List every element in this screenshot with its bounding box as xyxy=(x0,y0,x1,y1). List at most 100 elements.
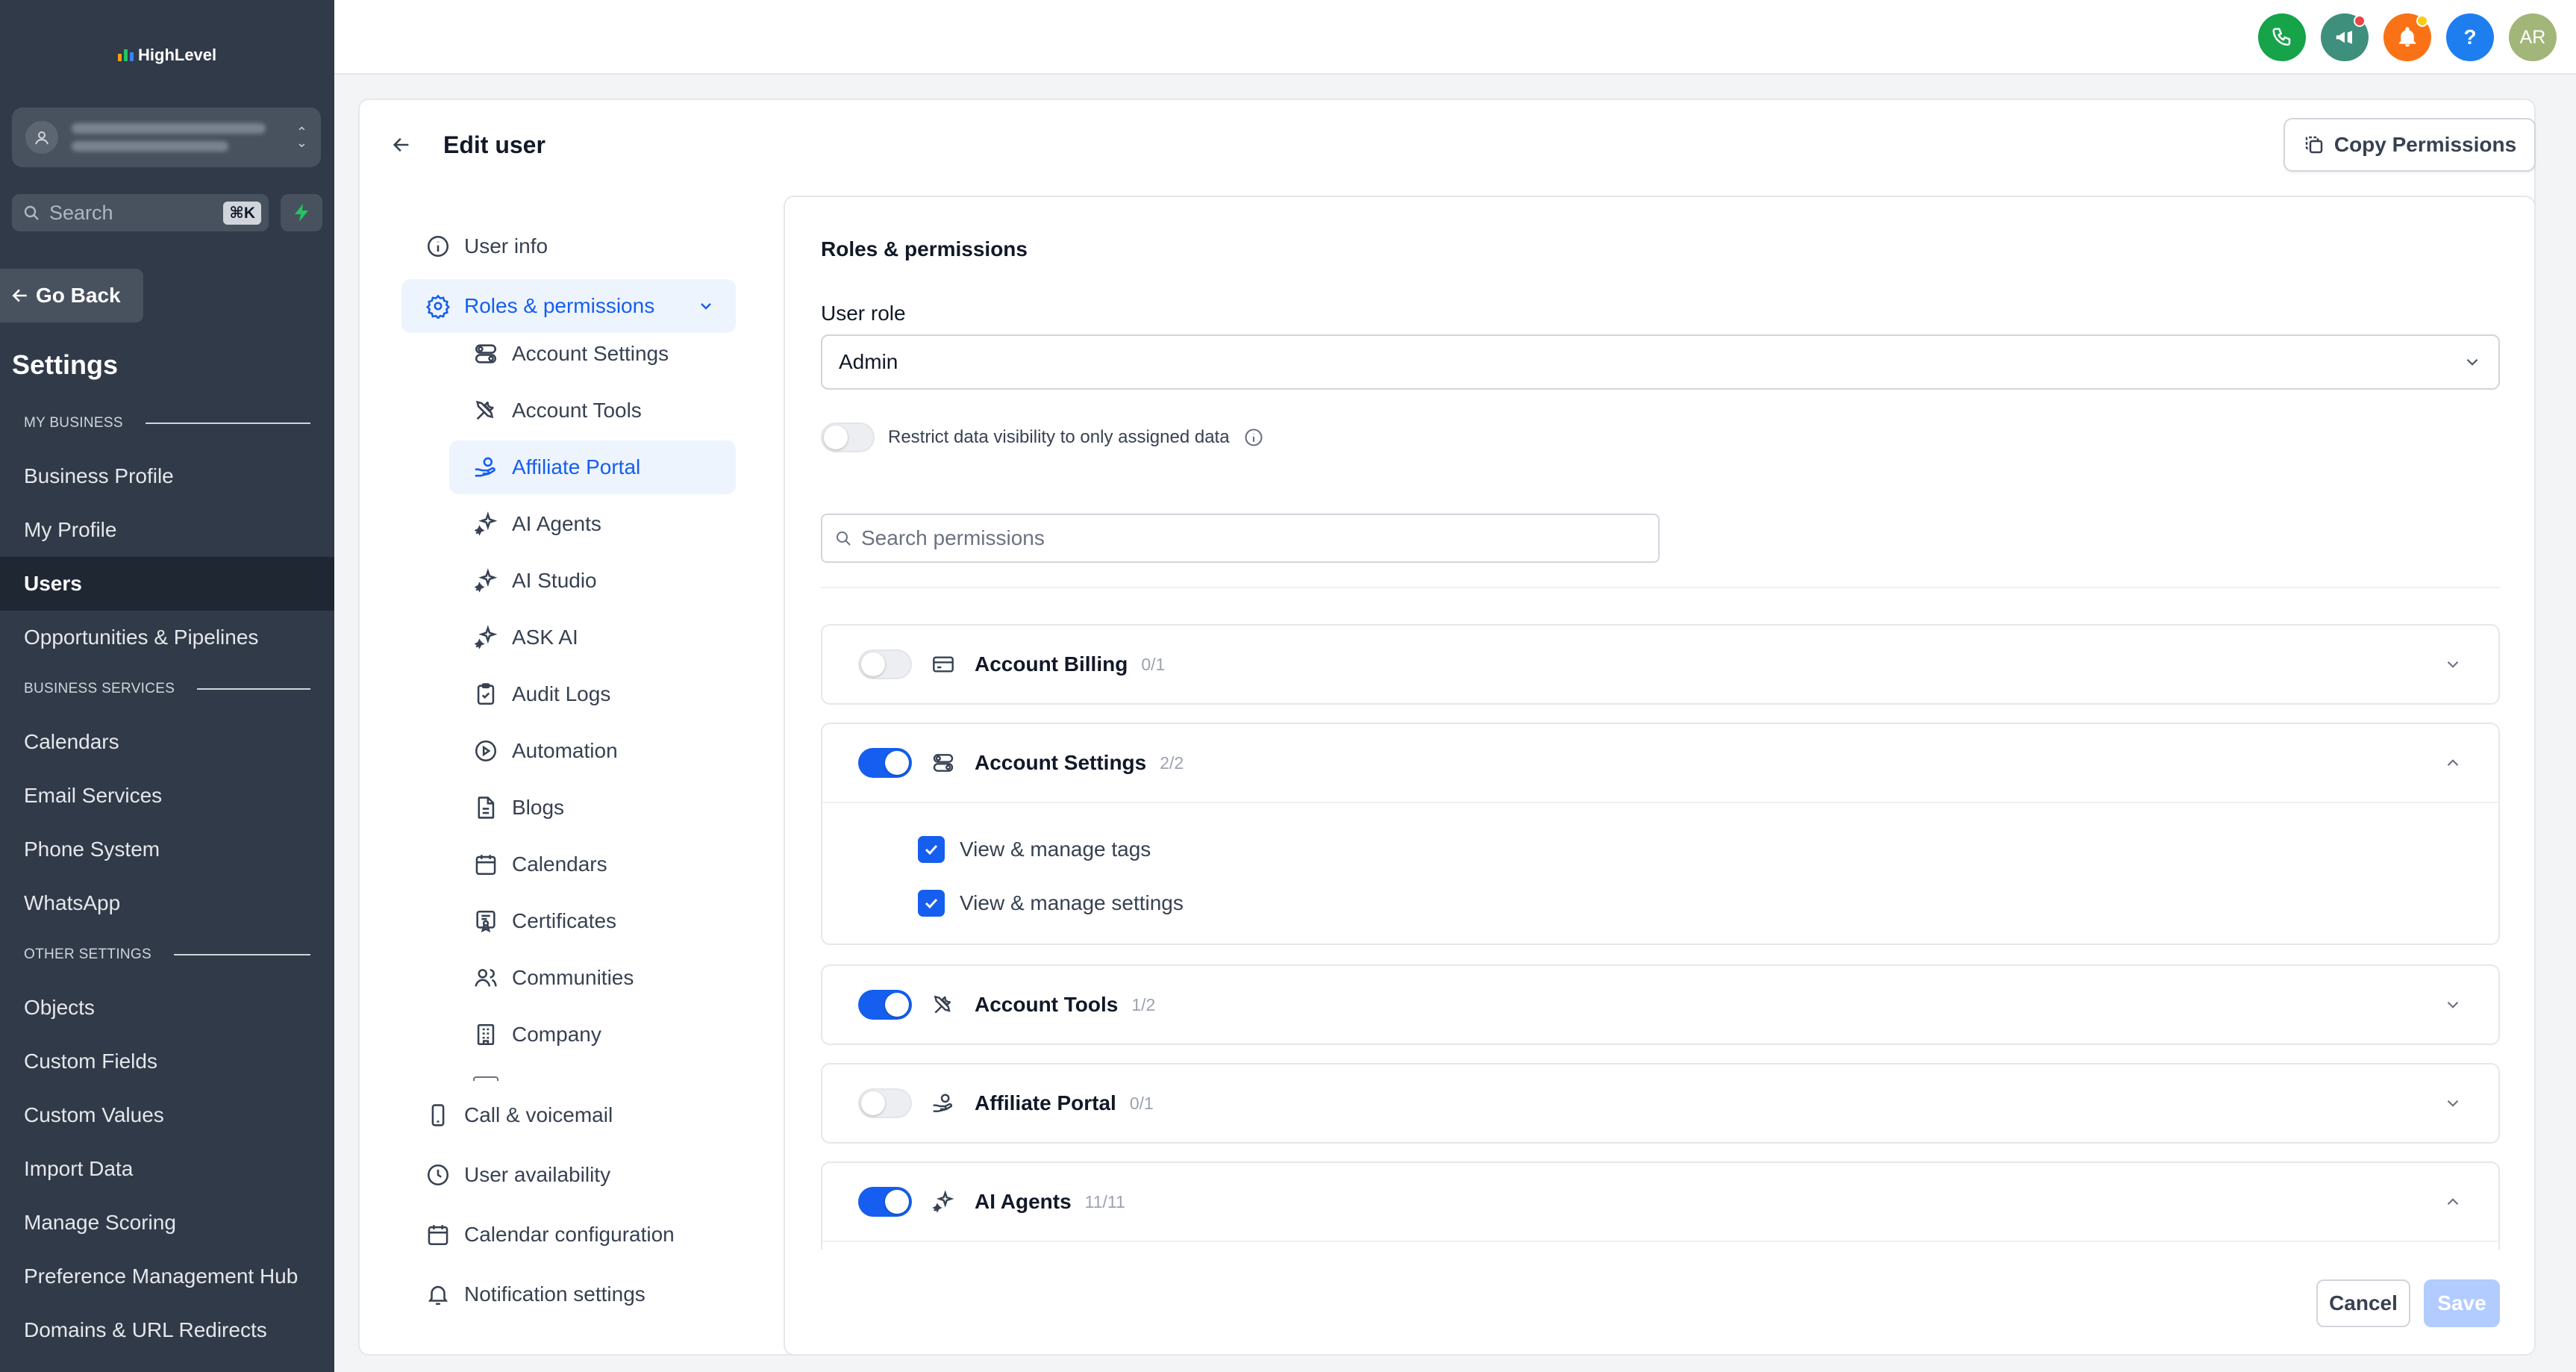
permission-group-count: 11/11 xyxy=(1084,1191,1125,1212)
search-icon xyxy=(24,205,39,220)
permission-group-body: View & manage tags View & manage setting… xyxy=(822,802,2498,944)
subnav-label: Communities xyxy=(512,966,634,989)
sidebar-item-business-profile[interactable]: Business Profile xyxy=(0,449,334,503)
bell-icon xyxy=(428,1285,448,1306)
sidebar-item-opportunities-pipelines[interactable]: Opportunities & Pipelines xyxy=(0,611,334,664)
chevron-down-icon[interactable] xyxy=(2443,995,2463,1014)
account-tools-toggle[interactable] xyxy=(858,990,912,1020)
nav-calendar-configuration[interactable]: Calendar configuration xyxy=(401,1208,736,1262)
back-button[interactable] xyxy=(388,131,415,158)
quick-action-button[interactable] xyxy=(281,194,322,231)
sidebar-item-custom-values[interactable]: Custom Values xyxy=(0,1088,334,1142)
permission-group-count: 1/2 xyxy=(1131,994,1156,1014)
permission-group-header[interactable]: AI Agents 11/11 xyxy=(822,1163,2498,1241)
permission-label: View & manage tags xyxy=(960,838,1151,861)
sidebar-item-email-services[interactable]: Email Services xyxy=(0,769,334,823)
permission-item[interactable]: View & manage tags xyxy=(918,823,2498,876)
account-switcher[interactable]: ⌃ ⌄ xyxy=(12,107,321,167)
copy-icon xyxy=(2305,136,2323,154)
subnav-account-settings[interactable]: Account Settings xyxy=(449,327,736,381)
nav-user-availability[interactable]: User availability xyxy=(401,1148,736,1202)
sidebar-item-domains-url-redirects[interactable]: Domains & URL Redirects xyxy=(0,1303,334,1357)
calendar-icon xyxy=(428,1225,448,1246)
permission-group-name: Affiliate Portal xyxy=(975,1091,1116,1114)
subnav-affiliate-portal[interactable]: Affiliate Portal xyxy=(449,440,736,494)
panel-title: Roles & permissions xyxy=(821,237,1028,261)
user-role-select[interactable]: Admin xyxy=(821,334,2500,390)
account-billing-toggle[interactable] xyxy=(858,649,912,679)
account-name-blurred xyxy=(72,123,283,152)
ai-agents-toggle[interactable] xyxy=(858,1187,912,1217)
subnav-audit-logs[interactable]: Audit Logs xyxy=(449,667,736,721)
lightning-icon xyxy=(295,204,308,222)
sidebar-item-users[interactable]: Users xyxy=(0,557,334,611)
subnav-certificates[interactable]: Certificates xyxy=(449,894,736,948)
nav-calendar-configuration-label: Calendar configuration xyxy=(464,1223,675,1246)
toggles-icon xyxy=(475,344,497,364)
sidebar-item-preference-management-hub[interactable]: Preference Management Hub xyxy=(0,1250,334,1303)
users-icon xyxy=(475,969,497,987)
sidebar-item-custom-fields[interactable]: Custom Fields xyxy=(0,1035,334,1088)
subnav-calendars[interactable]: Calendars xyxy=(449,838,736,891)
section-other-settings: OTHER SETTINGS xyxy=(24,947,310,963)
subnav-ask-ai[interactable]: ASK AI xyxy=(449,611,736,664)
permission-item[interactable]: View & manage settings xyxy=(918,876,2498,930)
chevron-down-icon[interactable] xyxy=(2443,655,2463,674)
help-button[interactable]: ? xyxy=(2446,13,2494,61)
phone-button[interactable] xyxy=(2258,13,2306,61)
go-back-button[interactable]: Go Back xyxy=(0,269,143,322)
account-settings-toggle[interactable] xyxy=(858,748,912,778)
restrict-visibility-row: Restrict data visibility to only assigne… xyxy=(821,422,1264,452)
nav-roles-permissions[interactable]: Roles & permissions xyxy=(401,279,736,333)
user-role-value: Admin xyxy=(839,350,898,373)
subnav-blogs[interactable]: Blogs xyxy=(449,781,736,835)
section-my-business: MY BUSINESS xyxy=(24,415,310,431)
subnav-ai-studio[interactable]: AI Studio xyxy=(449,554,736,608)
notifications-button[interactable] xyxy=(2383,13,2431,61)
sidebar-item-phone-system[interactable]: Phone System xyxy=(0,823,334,876)
check-icon xyxy=(925,898,938,909)
highlevel-logo[interactable]: HighLevel xyxy=(118,42,216,69)
user-avatar[interactable]: AR xyxy=(2509,13,2557,61)
settings-title: Settings xyxy=(12,349,119,380)
info-icon xyxy=(427,235,449,258)
chevron-down-icon[interactable] xyxy=(2443,1094,2463,1113)
subnav-ai-agents[interactable]: AI Agents xyxy=(449,497,736,551)
permission-group-header[interactable]: Affiliate Portal 0/1 xyxy=(822,1064,2498,1142)
play-circle-icon xyxy=(475,740,497,762)
subnav-automation[interactable]: Automation xyxy=(449,724,736,778)
chevron-down-icon xyxy=(701,303,711,310)
save-button[interactable]: Save xyxy=(2424,1279,2500,1327)
sidebar-search[interactable]: Search ⌘K xyxy=(12,194,269,231)
affiliate-portal-toggle[interactable] xyxy=(858,1088,912,1118)
permissions-search-input[interactable] xyxy=(861,526,1607,550)
sidebar-item-calendars[interactable]: Calendars xyxy=(0,715,334,769)
subnav-account-tools[interactable]: Account Tools xyxy=(449,384,736,437)
chevron-up-icon[interactable] xyxy=(2443,753,2463,773)
cancel-button[interactable]: Cancel xyxy=(2316,1279,2410,1327)
arrow-left-icon xyxy=(393,137,409,152)
subnav-communities[interactable]: Communities xyxy=(449,951,736,1005)
permission-group-header[interactable]: Account Settings 2/2 xyxy=(822,724,2498,802)
permission-group-header[interactable]: Account Tools 1/2 xyxy=(822,966,2498,1044)
info-icon[interactable] xyxy=(1243,427,1264,448)
copy-permissions-button[interactable]: Copy Permissions xyxy=(2283,118,2536,172)
permission-group-header[interactable]: Account Billing 0/1 xyxy=(822,626,2498,703)
credit-card-icon xyxy=(933,656,954,673)
restrict-visibility-toggle[interactable] xyxy=(821,422,875,452)
subnav-company[interactable]: Company xyxy=(449,1008,736,1061)
sidebar-item-objects[interactable]: Objects xyxy=(0,981,334,1035)
chevron-up-icon[interactable] xyxy=(2443,1192,2463,1212)
sidebar-item-whatsapp[interactable]: WhatsApp xyxy=(0,876,334,930)
nav-notification-settings[interactable]: Notification settings xyxy=(401,1267,736,1321)
announcements-button[interactable] xyxy=(2321,13,2369,61)
permissions-search[interactable] xyxy=(821,514,1660,563)
sidebar-item-my-profile[interactable]: My Profile xyxy=(0,503,334,557)
nav-user-info[interactable]: User info xyxy=(401,219,736,273)
chevron-updown-icon: ⌃ ⌄ xyxy=(296,125,307,150)
permission-checkbox[interactable] xyxy=(918,890,945,917)
sidebar-item-manage-scoring[interactable]: Manage Scoring xyxy=(0,1196,334,1250)
nav-call-voicemail[interactable]: Call & voicemail xyxy=(401,1088,736,1142)
sidebar-item-import-data[interactable]: Import Data xyxy=(0,1142,334,1196)
permission-checkbox[interactable] xyxy=(918,836,945,863)
